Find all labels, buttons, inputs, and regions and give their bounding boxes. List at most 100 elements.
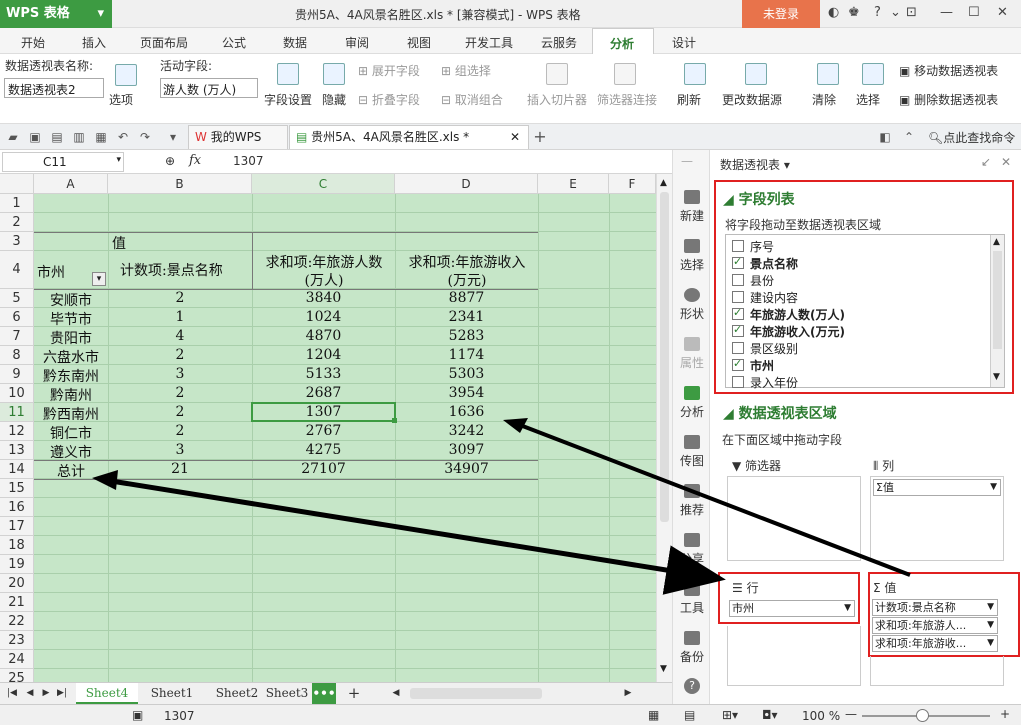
menu-page-layout[interactable]: 页面布局 bbox=[140, 34, 188, 51]
value-field-item[interactable]: 求和项:年旅游人... ▼ bbox=[872, 617, 998, 634]
chevron-down-icon[interactable]: ▾ bbox=[166, 130, 180, 144]
undo-icon[interactable]: ↶ bbox=[116, 130, 130, 144]
select-button[interactable]: 选择 bbox=[856, 91, 880, 108]
pivot-cell[interactable]: 遵义市 bbox=[34, 442, 108, 462]
change-source-button[interactable]: 更改数据源 bbox=[722, 91, 782, 108]
row-header-18[interactable]: 18 bbox=[0, 536, 34, 555]
pivot-cell[interactable]: 安顺市 bbox=[34, 290, 108, 310]
field-name[interactable]: 县份 bbox=[750, 272, 774, 289]
pivot-cell[interactable]: 2687 bbox=[252, 385, 395, 401]
field-name[interactable]: 景区级别 bbox=[750, 340, 798, 357]
menu-insert[interactable]: 插入 bbox=[82, 34, 106, 51]
restore-icon[interactable]: ⊡ bbox=[906, 5, 917, 20]
row-header-19[interactable]: 19 bbox=[0, 555, 34, 574]
grand-total-cell[interactable]: 34907 bbox=[395, 461, 538, 477]
eye-protect-icon[interactable]: ◘▾ bbox=[762, 708, 778, 722]
row-header-17[interactable]: 17 bbox=[0, 517, 34, 536]
zoom-out-icon[interactable]: — bbox=[845, 707, 857, 721]
pivot-cell[interactable]: 铜仁市 bbox=[34, 423, 108, 443]
field-checkbox[interactable] bbox=[732, 342, 744, 354]
field-name[interactable]: 序号 bbox=[750, 238, 774, 255]
column-drop-zone[interactable]: Σ值 ▼ bbox=[870, 476, 1004, 561]
formula-input[interactable]: 1307 bbox=[233, 154, 264, 168]
field-list-scroll-thumb[interactable] bbox=[993, 251, 1002, 349]
menu-developer[interactable]: 开发工具 bbox=[465, 34, 513, 51]
prev-sheet-icon[interactable]: ◀ bbox=[24, 683, 36, 704]
pivot-cell[interactable]: 4275 bbox=[252, 442, 395, 458]
clear-button[interactable]: 清除 bbox=[812, 91, 836, 108]
collapse-field-button[interactable]: ⊟ 折叠字段 bbox=[358, 91, 420, 108]
filter-dropdown-button[interactable]: ▾ bbox=[92, 272, 106, 286]
pivot-cell[interactable]: 3840 bbox=[252, 290, 395, 306]
select-all-corner[interactable] bbox=[0, 174, 34, 194]
tool-select[interactable]: 选择 bbox=[673, 239, 711, 273]
tool-recommend[interactable]: 推荐 bbox=[673, 484, 711, 518]
tool-properties[interactable]: 属性 bbox=[673, 337, 711, 371]
refresh-button[interactable]: 刷新 bbox=[677, 91, 701, 108]
insert-slicer-button[interactable]: 插入切片器 bbox=[527, 91, 587, 108]
tourist-header-line1[interactable]: 求和项:年旅游人数 bbox=[255, 252, 393, 272]
scroll-right-icon[interactable]: ▶ bbox=[622, 683, 634, 704]
pivot-cell[interactable]: 黔南州 bbox=[34, 385, 108, 405]
sheet-tab-sheet4[interactable]: Sheet4 bbox=[76, 683, 138, 704]
zoom-level[interactable]: 100 % bbox=[802, 709, 840, 723]
pivot-cell[interactable]: 4 bbox=[108, 328, 252, 344]
toolbar-collapse-icon[interactable]: — bbox=[681, 154, 693, 168]
row-field-city[interactable]: 市州 ▼ bbox=[729, 600, 855, 617]
row-header-21[interactable]: 21 bbox=[0, 593, 34, 612]
field-checkbox[interactable] bbox=[732, 306, 744, 320]
pivot-cell[interactable]: 5303 bbox=[395, 366, 538, 382]
row-header-14[interactable]: 14 bbox=[0, 460, 34, 479]
row-header-3[interactable]: 3 bbox=[0, 232, 34, 251]
pivot-cell[interactable]: 3954 bbox=[395, 385, 538, 401]
pivot-cell[interactable]: 2341 bbox=[395, 309, 538, 325]
field-list-scrollbar[interactable]: ▲ ▼ bbox=[990, 235, 1004, 387]
fill-handle[interactable] bbox=[392, 418, 397, 423]
skin-icon[interactable]: ◐ bbox=[828, 5, 839, 20]
zoom-in-icon[interactable]: + bbox=[1000, 707, 1010, 721]
name-box[interactable]: C11 ▾ bbox=[2, 152, 124, 172]
value-field-item[interactable]: 求和项:年旅游收... ▼ bbox=[872, 635, 998, 652]
row-header-16[interactable]: 16 bbox=[0, 498, 34, 517]
tab-mywps[interactable]: W 我的WPS bbox=[188, 125, 288, 149]
row-header-8[interactable]: 8 bbox=[0, 346, 34, 365]
login-button[interactable]: 未登录 bbox=[742, 0, 820, 28]
pivot-cell[interactable]: 2 bbox=[108, 404, 252, 420]
panel-title[interactable]: 数据透视表 ▾ bbox=[720, 156, 790, 173]
row-header-1[interactable]: 1 bbox=[0, 194, 34, 213]
pivot-cell[interactable]: 8877 bbox=[395, 290, 538, 306]
tool-shape[interactable]: 形状 bbox=[673, 288, 711, 322]
field-name[interactable]: 景点名称 bbox=[750, 255, 798, 272]
redo-icon[interactable]: ↷ bbox=[138, 130, 152, 144]
pivot-cell[interactable]: 2 bbox=[108, 290, 252, 306]
close-icon[interactable]: ✕ bbox=[997, 5, 1008, 20]
help-icon[interactable]: ? bbox=[874, 5, 881, 20]
filter-drop-zone[interactable] bbox=[727, 476, 861, 561]
field-checkbox[interactable] bbox=[732, 291, 744, 303]
pivot-cell[interactable]: 1 bbox=[108, 309, 252, 325]
minimize-icon[interactable]: — bbox=[940, 5, 953, 20]
values-drop-zone[interactable] bbox=[870, 656, 1004, 686]
cloud-icon[interactable]: ◧ bbox=[878, 130, 892, 144]
minimize-ribbon-icon[interactable]: ⌄ bbox=[890, 5, 901, 20]
menu-analysis[interactable]: 分析 bbox=[592, 28, 654, 55]
menu-cloud[interactable]: 云服务 bbox=[541, 34, 577, 51]
tool-analysis[interactable]: 分析 bbox=[673, 386, 711, 420]
row-drop-zone[interactable] bbox=[727, 626, 861, 686]
help-button[interactable]: ? bbox=[673, 678, 711, 694]
zoom-formula-icon[interactable]: ⊕ bbox=[165, 154, 175, 168]
column-header-d[interactable]: D bbox=[395, 174, 538, 194]
pivot-cell[interactable]: 4870 bbox=[252, 328, 395, 344]
row-label-header[interactable]: 市州 bbox=[37, 262, 65, 282]
pivot-cell[interactable]: 1024 bbox=[252, 309, 395, 325]
new-tab-icon[interactable]: + bbox=[533, 129, 547, 145]
pivot-cell[interactable]: 5283 bbox=[395, 328, 538, 344]
field-name[interactable]: 年旅游收入(万元) bbox=[750, 323, 845, 340]
scroll-down-icon[interactable]: ▼ bbox=[993, 372, 1000, 382]
pivot-cell[interactable]: 3097 bbox=[395, 442, 538, 458]
active-field-input[interactable]: 游人数 (万人) bbox=[160, 78, 258, 98]
field-name[interactable]: 年旅游人数(万人) bbox=[750, 306, 845, 323]
pivot-cell[interactable]: 2767 bbox=[252, 423, 395, 439]
open-icon[interactable]: ▰ bbox=[6, 130, 20, 144]
vertical-scrollbar[interactable]: ▲ ▼ bbox=[656, 174, 672, 682]
